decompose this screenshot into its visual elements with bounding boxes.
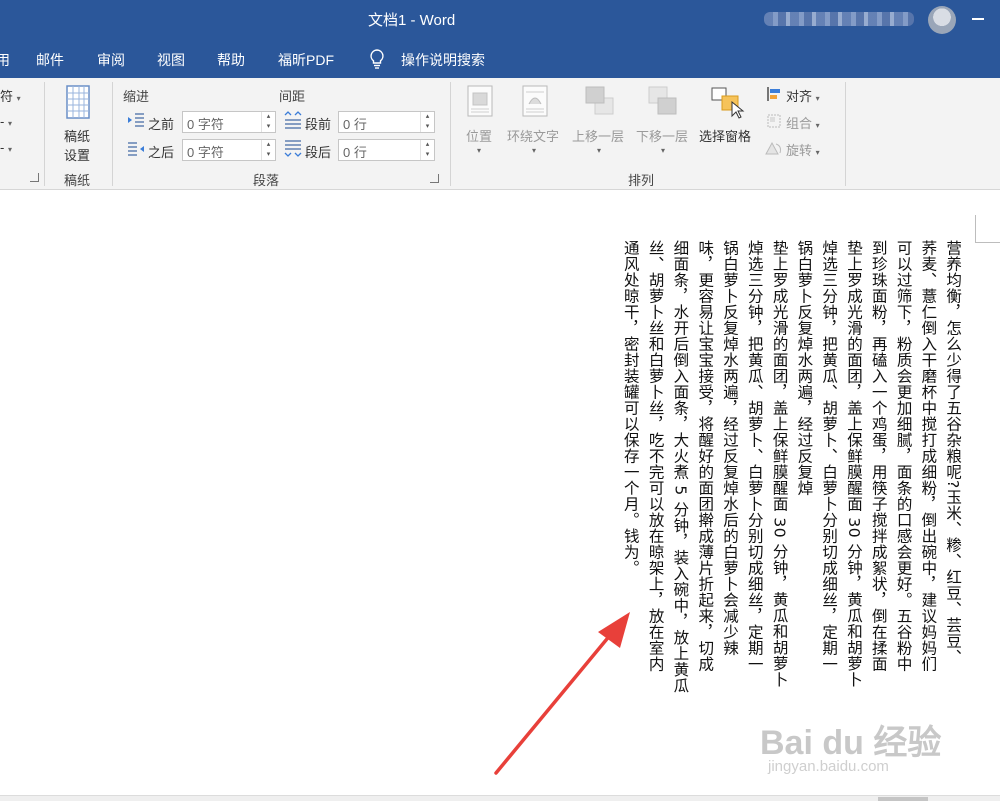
scrollbar-thumb[interactable] [878, 797, 928, 801]
group-separator [450, 82, 451, 186]
partial-command-1[interactable]: 符 ▾ [0, 86, 21, 105]
space-before-value: 0 行 [343, 117, 367, 132]
align-icon [767, 87, 780, 101]
spacing-heading: 间距 [279, 89, 306, 104]
spinner-arrows-icon[interactable]: ▴ ▾ [420, 140, 434, 160]
space-after-value: 0 行 [343, 145, 367, 160]
text-column: 到珍珠面粉，再磕入一个鸡蛋，用筷子搅拌成絮状，倒在揉面 [869, 240, 888, 672]
group-objects-label: 组合 ▾ [786, 116, 820, 131]
draft-paper-icon [66, 85, 90, 119]
tab-foxit-pdf[interactable]: 福昕PDF [278, 50, 334, 70]
page-setup-launcher-icon[interactable] [30, 173, 39, 182]
spinner-arrows-icon[interactable]: ▴ ▾ [261, 112, 275, 132]
minimize-icon[interactable] [972, 18, 984, 20]
partial-command-3[interactable]: - ▾ [0, 140, 12, 155]
selection-pane-icon [711, 87, 745, 119]
space-before-input[interactable]: 0 行 ▴ ▾ [338, 111, 435, 133]
text-column: 细面条，水开后倒入面条，大火煮 5 分钟，装入碗中，放上黄瓜 [671, 240, 690, 694]
tell-me-search[interactable]: 操作说明搜索 [401, 50, 485, 70]
bring-forward-dropdown-icon: ▾ [597, 146, 602, 155]
tab-review[interactable]: 审阅 [97, 50, 125, 70]
group-separator [44, 82, 45, 186]
vertical-document-text[interactable]: 营养均衡，怎么少得了五谷杂粮呢?玉米、糁、红豆、芸豆、 荞麦、薏仁倒入干磨杯中搅… [618, 240, 965, 730]
page-corner-mark [975, 215, 1000, 243]
user-avatar[interactable] [928, 6, 956, 34]
text-column: 焯选三分钟，把黄瓜、胡萝卜、白萝卜分别切成细丝，定期一 [820, 240, 839, 672]
tab-view[interactable]: 视图 [157, 50, 185, 70]
rotate-text: 旋转 [786, 143, 813, 158]
blurred-account-text [764, 12, 914, 26]
align-label: 对齐 ▾ [786, 89, 820, 104]
ribbon: 符 ▾ - ▾ - ▾ 稿纸 设置 稿纸 缩进 间距 之前 0 字符 ▴ ▾ 之后… [0, 78, 1000, 190]
indent-heading: 缩进 [123, 89, 150, 104]
indent-after-value: 0 字符 [187, 145, 224, 160]
draft-paper-label-2: 设置 [64, 148, 91, 163]
send-backward-icon [648, 86, 677, 115]
spinner-arrows-icon[interactable]: ▴ ▾ [261, 140, 275, 160]
position-dropdown-icon: ▾ [477, 146, 482, 155]
indent-after-label: 之后 [148, 145, 175, 160]
rotate-label: 旋转 ▾ [786, 143, 820, 158]
text-column: 营养均衡，怎么少得了五谷杂粮呢?玉米、糁、红豆、芸豆、 [944, 240, 963, 665]
text-column: 丝、胡萝卜丝和白萝卜丝，吃不完可以放在晾架上，放在室内 [646, 240, 665, 672]
space-before-label: 段前 [305, 117, 332, 132]
space-after-label: 段后 [305, 145, 332, 160]
align-text: 对齐 [786, 89, 813, 104]
bring-forward-icon [585, 86, 614, 115]
indent-before-input[interactable]: 0 字符 ▴ ▾ [182, 111, 276, 133]
partial-command-2-label: - [0, 114, 5, 129]
indent-before-value: 0 字符 [187, 117, 224, 132]
send-backward-label: 下移一层 [636, 129, 689, 144]
text-column: 垫上罗成光滑的面团，盖上保鲜膜醒面 30 分钟，黄瓜和胡萝卜 [770, 240, 789, 688]
draft-paper-label-1: 稿纸 [64, 129, 91, 144]
indent-right-icon [128, 142, 144, 156]
arrange-group-label: 排列 [628, 173, 655, 188]
send-backward-dropdown-icon: ▾ [661, 146, 666, 155]
spinner-arrows-icon[interactable]: ▴ ▾ [420, 112, 434, 132]
text-column: 味，更容易让宝宝接受，将醒好的面团擀成薄片折起来，切成 [696, 240, 715, 672]
group-separator [112, 82, 113, 186]
indent-after-input[interactable]: 0 字符 ▴ ▾ [182, 139, 276, 161]
red-annotation-arrow [494, 612, 630, 775]
partial-command-1-label: 符 [0, 89, 14, 104]
text-column: 垫上罗成光滑的面团，盖上保鲜膜醒面 30 分钟，黄瓜和胡萝卜 [844, 240, 863, 688]
wrap-text-label: 环绕文字 [507, 129, 560, 144]
tab-partial[interactable]: 用 [0, 50, 10, 70]
document-title: 文档1 - Word [368, 12, 456, 29]
account-name[interactable] [764, 10, 924, 28]
text-column: 荞麦、薏仁倒入干磨杯中搅打成细粉，倒出碗中，建议妈妈们 [919, 240, 938, 672]
paragraph-launcher-icon[interactable] [430, 174, 439, 183]
position-label: 位置 [466, 129, 493, 144]
paragraph-group-label: 段落 [253, 173, 280, 188]
horizontal-scrollbar[interactable] [0, 795, 1000, 801]
title-bar: 文档1 - Word [0, 0, 1000, 40]
wrap-text-icon [522, 85, 548, 117]
text-column: 锅白萝卜反复焯水两遍，经过反复焯 [795, 240, 814, 496]
space-after-input[interactable]: 0 行 ▴ ▾ [338, 139, 435, 161]
lightbulb-icon [370, 49, 384, 69]
indent-left-icon [128, 113, 144, 127]
text-column: 可以过筛下，粉质会更加细腻，面条的口感会更好。五谷粉中 [894, 240, 913, 672]
partial-command-2[interactable]: - ▾ [0, 114, 12, 129]
tab-help[interactable]: 帮助 [217, 50, 245, 70]
selection-pane-label: 选择窗格 [699, 129, 752, 144]
ribbon-tabs: 用 邮件 审阅 视图 帮助 福昕PDF 操作说明搜索 [0, 40, 1000, 78]
text-column: 焯选三分钟，把黄瓜、胡萝卜、白萝卜分别切成细丝，定期一 [745, 240, 764, 672]
group-separator [845, 82, 846, 186]
text-column: 锅白萝卜反复焯水两遍，经过反复焯水后的白萝卜会减少辣 [720, 240, 739, 656]
draft-paper-group-label: 稿纸 [64, 173, 91, 188]
tab-mailings[interactable]: 邮件 [36, 50, 64, 70]
position-icon [467, 85, 493, 117]
baidu-watermark-url: jingyan.baidu.com [768, 758, 889, 775]
rotate-icon [765, 141, 781, 155]
group-objects-text: 组合 [786, 116, 813, 131]
group-objects-icon [767, 114, 781, 128]
bring-forward-label: 上移一层 [572, 129, 625, 144]
space-after-icon [284, 140, 302, 157]
indent-before-label: 之前 [148, 117, 175, 132]
wrap-text-dropdown-icon: ▾ [532, 146, 537, 155]
baidu-watermark-logo: Bai du 经验 [760, 724, 942, 762]
space-before-icon [284, 111, 302, 129]
partial-command-3-label: - [0, 140, 5, 155]
